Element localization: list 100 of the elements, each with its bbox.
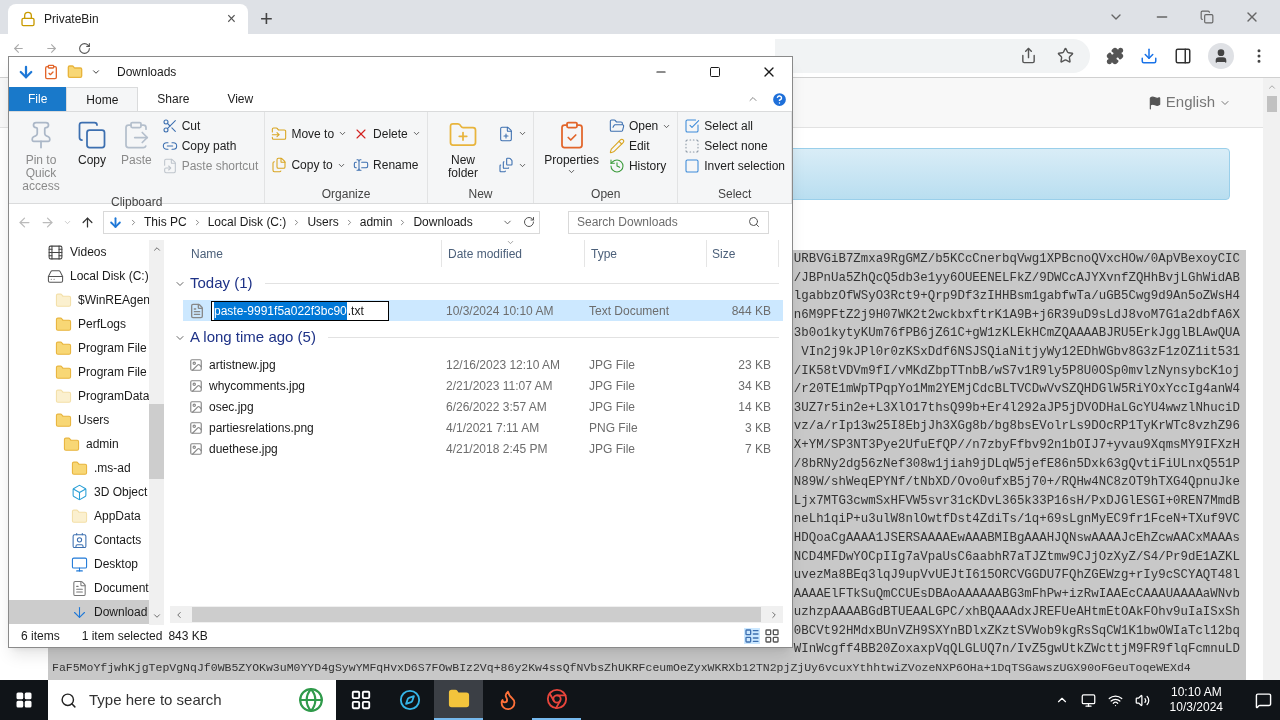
column-header[interactable]: Date modified: [442, 240, 585, 267]
breadcrumb[interactable]: Users: [307, 213, 339, 231]
browser-tab[interactable]: PrivateBin ×: [8, 4, 248, 34]
file-row[interactable]: osec.jpg 6/26/2022 3:57 AM JPG File 14 KB: [183, 396, 783, 417]
clock-date[interactable]: 10/3/2024: [1169, 700, 1223, 715]
copy-path-button[interactable]: Copy path: [161, 136, 259, 156]
address-field[interactable]: This PC Local Disk (C:) Users admin Downloads: [103, 210, 540, 234]
nav-item[interactable]: Program File: [9, 360, 149, 384]
folder-icon: [55, 387, 72, 405]
code-line: FaF5MoYfjwhKjgTepVgNqJf0WB5ZYOKw3uM0YYD4gSywYMFqHvxD6S7FOwBIz2Vq+86y2Kw4ssQfNVbsZhUKRFceumOeZyxWKRXb12TN2pjZjUy6vcuxYthhtwiZVozeNXP6OHa+1DqTSGawszUGX90oFGeuToqeWEXd4: [51, 660, 1191, 677]
breadcrumb[interactable]: Local Disk (C:): [207, 213, 287, 231]
tab-title: PrivateBin: [44, 11, 100, 28]
reload-icon[interactable]: [78, 42, 91, 55]
breadcrumb[interactable]: Downloads: [413, 213, 473, 231]
scroll-thumb[interactable]: [149, 404, 164, 479]
nav-item[interactable]: ProgramData: [9, 384, 149, 408]
edit-button[interactable]: Edit: [608, 136, 672, 156]
share-icon[interactable]: [1020, 47, 1037, 64]
checklist-icon[interactable]: [43, 64, 59, 80]
delete-button[interactable]: Delete: [353, 123, 421, 144]
nav-item[interactable]: PerfLogs: [9, 312, 149, 336]
details-view-icon[interactable]: [744, 628, 760, 644]
nav-item[interactable]: Program File: [9, 336, 149, 360]
network-icon[interactable]: [1080, 692, 1096, 708]
rename-button[interactable]: Rename: [353, 155, 421, 176]
download-icon[interactable]: [1140, 46, 1158, 65]
language-dropdown[interactable]: English: [1147, 91, 1231, 114]
nav-item[interactable]: AppData: [9, 504, 149, 528]
forward-icon[interactable]: [45, 42, 58, 55]
nav-item[interactable]: Document: [9, 576, 149, 600]
scroll-thumb[interactable]: [1266, 96, 1277, 112]
nav-item[interactable]: Desktop: [9, 552, 149, 576]
nav-item[interactable]: $WinREAgen: [9, 288, 149, 312]
file-row[interactable]: artistnew.jpg 12/16/2023 12:10 AM JPG File 23 KB: [183, 354, 783, 375]
column-header[interactable]: Type: [585, 240, 707, 267]
history-button[interactable]: History: [608, 156, 672, 176]
nav-item[interactable]: 3D Object: [9, 480, 149, 504]
new-file-icon: [498, 125, 515, 142]
copy-to-button[interactable]: Copy to: [271, 155, 348, 176]
rename-field[interactable]: paste-9991f5a022f3bc90.txt: [211, 300, 389, 321]
nav-item[interactable]: Videos: [9, 240, 149, 264]
file-row[interactable]: whycomments.jpg 2/21/2023 11:07 AM JPG File 34 KB: [183, 375, 783, 396]
select-none-button[interactable]: Select none: [684, 136, 785, 156]
ribbon-tab[interactable]: Share: [138, 87, 209, 111]
properties-button[interactable]: Properties: [540, 116, 603, 176]
nav-item[interactable]: Contacts: [9, 528, 149, 552]
column-header[interactable]: Name: [185, 240, 442, 267]
tiles-view-icon[interactable]: [764, 628, 780, 644]
scroll-thumb[interactable]: [192, 607, 761, 622]
breadcrumb[interactable]: admin: [359, 213, 393, 231]
up-icon[interactable]: [80, 214, 95, 230]
folder-icon: [71, 459, 88, 477]
type-cell-text: PNG File: [588, 419, 639, 437]
back-icon[interactable]: [12, 42, 25, 55]
bookmark-icon[interactable]: [1057, 47, 1074, 64]
nav-item[interactable]: .ms-ad: [9, 456, 149, 480]
nav-item[interactable]: Local Disk (C:): [9, 264, 149, 288]
group-header[interactable]: A long time ago (5): [170, 321, 783, 354]
ribbon-tab[interactable]: Home: [66, 87, 139, 111]
ribbon-tab[interactable]: View: [208, 87, 273, 111]
open-button[interactable]: Open: [608, 116, 672, 136]
clock-time[interactable]: 10:10 AM: [1170, 685, 1222, 700]
profile-avatar[interactable]: [1208, 42, 1234, 69]
scroll-left-icon[interactable]: [174, 609, 184, 620]
new-tab-button[interactable]: +: [260, 8, 273, 30]
cut-button[interactable]: Cut: [161, 116, 259, 136]
side-panel-icon[interactable]: [1174, 46, 1192, 65]
caret-icon[interactable]: [91, 67, 101, 77]
nav-item[interactable]: Download: [9, 600, 149, 624]
file-row[interactable]: partiesrelations.png 4/1/2021 7:11 AM PNG File 3 KB: [183, 417, 783, 438]
file-row[interactable]: duethese.jpg 4/21/2018 2:45 PM JPG File 7 KB: [183, 438, 783, 459]
taskbar-app[interactable]: [434, 680, 483, 720]
column-header[interactable]: Size: [707, 240, 779, 267]
restore-icon[interactable]: [1200, 10, 1214, 24]
refresh-icon[interactable]: [523, 216, 535, 228]
code-line: N89W/shWeqEPYNf/tNbXD/Ovo0ufxB5j70+/RQHw4NC8zOT9hTXG4QpnuJke: [793, 474, 1240, 492]
volume-icon[interactable]: [1134, 692, 1150, 708]
search-field[interactable]: Search Downloads: [568, 210, 769, 234]
breadcrumb[interactable]: This PC: [144, 213, 187, 231]
scroll-right-icon[interactable]: [769, 609, 779, 620]
nav-item[interactable]: Users: [9, 408, 149, 432]
extensions-icon[interactable]: [1106, 46, 1124, 65]
move-button[interactable]: Move to: [271, 123, 348, 144]
copy-button[interactable]: Copy: [73, 116, 111, 167]
group-header[interactable]: Today (1): [170, 267, 783, 300]
new-folder-button[interactable]: New folder: [433, 116, 493, 180]
nav-item[interactable]: admin: [9, 432, 149, 456]
help-icon[interactable]: [771, 91, 788, 108]
taskbar-search-field[interactable]: Type here to search: [48, 680, 336, 720]
file-row[interactable]: paste-9991f5a022f3bc90.txt 10/3/2024 10:10 AM Text Document 844 KB: [183, 300, 783, 321]
file-menu-button[interactable]: File: [9, 87, 67, 111]
scroll-up-icon[interactable]: [151, 244, 162, 254]
invert-button[interactable]: Invert selection: [684, 156, 785, 176]
scroll-down-icon[interactable]: [151, 611, 162, 621]
size-cell-text: 844 KB: [730, 302, 772, 320]
close-tab-button[interactable]: ×: [226, 11, 236, 27]
notifications-icon[interactable]: [1255, 691, 1272, 709]
wifi-icon[interactable]: [1107, 692, 1123, 708]
code-line: HDQoaCgAAAA1JSERSAAAAEwAAABMIBgAAAHJQNswAAAAJcEhZcwAACxMAAAs: [793, 529, 1240, 547]
select-all-button[interactable]: Select all: [684, 116, 785, 136]
